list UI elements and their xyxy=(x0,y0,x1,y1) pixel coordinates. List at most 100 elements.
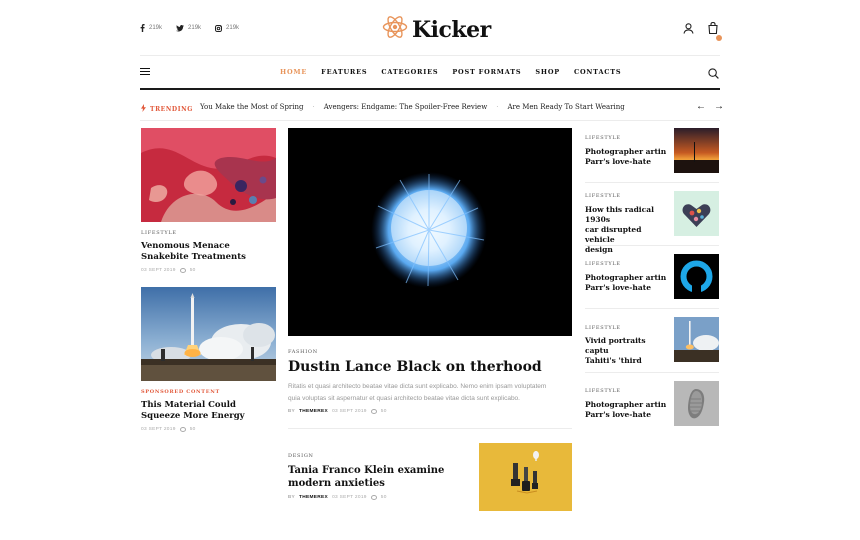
comment-count[interactable]: 50 xyxy=(381,409,387,414)
comment-count[interactable]: 50 xyxy=(381,495,387,500)
arrow-left-icon[interactable]: ← xyxy=(696,101,706,112)
article-title[interactable]: This Material Could Squeeze More Energy xyxy=(141,400,276,422)
article-divider xyxy=(585,372,719,373)
nav-shop[interactable]: SHOP xyxy=(535,68,560,76)
title-line: Tania Franco Klein examine xyxy=(288,465,445,476)
social-facebook[interactable]: 219k xyxy=(140,24,162,32)
atom-logo-icon xyxy=(382,13,408,46)
nav-features[interactable]: FEATURES xyxy=(321,68,367,76)
article-category[interactable]: LIFESTYLE xyxy=(585,261,621,267)
article-title[interactable]: Photographer artin Parr's love-hate xyxy=(585,147,669,167)
article-divider xyxy=(585,182,719,183)
social-links: 219k 219k 219k xyxy=(140,24,239,32)
title-line: How this radical 1930s xyxy=(585,205,654,224)
arrow-right-icon[interactable]: → xyxy=(714,101,724,112)
social-instagram[interactable]: 219k xyxy=(215,24,240,32)
article-category[interactable]: SPONSORED CONTENT xyxy=(141,389,220,395)
trending-label: TRENDING xyxy=(141,104,193,114)
main-nav: HOME FEATURES CATEGORIES POST FORMATS SH… xyxy=(280,68,621,76)
trending-item[interactable]: Are Men Ready To Start Wearing xyxy=(507,103,624,111)
nav-home[interactable]: HOME xyxy=(280,68,307,76)
article-date: 03 SEPT 2019 xyxy=(332,495,367,500)
nav-categories[interactable]: CATEGORIES xyxy=(381,68,438,76)
title-line: Parr's love-hate xyxy=(585,283,651,292)
article-category[interactable]: LIFESTYLE xyxy=(585,193,621,199)
article-title[interactable]: Vivid portraits captu Tahiti's 'third xyxy=(585,336,669,366)
featured-image-blue-spore[interactable] xyxy=(288,128,572,336)
comment-icon xyxy=(179,268,186,273)
twitter-count: 219k xyxy=(188,25,202,31)
title-line: Photographer artin xyxy=(585,147,667,156)
featured-title[interactable]: Dustin Lance Black on therhood xyxy=(288,359,542,375)
article-meta: BY THEMEREX 03 SEPT 2019 50 xyxy=(288,495,387,500)
article-title[interactable]: How this radical 1930s car disrupted veh… xyxy=(585,205,673,255)
facebook-icon xyxy=(140,24,145,32)
social-twitter[interactable]: 219k xyxy=(176,24,202,32)
excerpt-line: quia voluptas sit aspernatur et quasi ar… xyxy=(288,395,520,402)
by-label: BY xyxy=(288,409,295,414)
excerpt-line: Ritatis et quasi architecto beatae vitae… xyxy=(288,383,547,390)
article-divider xyxy=(585,308,719,309)
instagram-icon xyxy=(215,24,223,32)
twitter-icon xyxy=(176,24,185,32)
featured-excerpt: Ritatis et quasi architecto beatae vitae… xyxy=(288,381,578,405)
site-logo[interactable]: Kicker xyxy=(382,13,491,46)
cart-badge xyxy=(716,35,722,41)
article-date: 03 SEPT 2019 xyxy=(141,268,176,273)
article-category[interactable]: LIFESTYLE xyxy=(585,325,621,331)
article-title[interactable]: Tania Franco Klein examine modern anxiet… xyxy=(288,464,444,490)
thumb-footprint[interactable] xyxy=(674,381,719,426)
menu-icon[interactable] xyxy=(140,68,150,75)
thumb-sunset[interactable] xyxy=(674,128,719,173)
trending-ticker: You Make the Most of Spring · Avengers: … xyxy=(200,103,625,111)
thumb-heart-box[interactable] xyxy=(674,191,719,236)
comment-icon xyxy=(370,495,377,500)
nav-contacts[interactable]: CONTACTS xyxy=(574,68,621,76)
trending-item[interactable]: You Make the Most of Spring xyxy=(200,103,304,111)
site-name: Kicker xyxy=(412,16,491,43)
user-icon[interactable] xyxy=(683,21,694,39)
article-title[interactable]: Photographer artin Parr's love-hate xyxy=(585,400,669,420)
title-line: Parr's love-hate xyxy=(585,157,651,166)
thumb-rocket[interactable] xyxy=(674,317,719,362)
title-line: Parr's love-hate xyxy=(585,410,651,419)
title-line: Vivid portraits captu xyxy=(585,336,646,355)
article-category[interactable]: LIFESTYLE xyxy=(585,388,621,394)
featured-category[interactable]: FASHION xyxy=(288,349,318,355)
title-line: Photographer artin xyxy=(585,400,667,409)
article-image-tools-yellow[interactable] xyxy=(479,443,572,511)
article-category[interactable]: LIFESTYLE xyxy=(141,230,177,236)
article-image-fluid-art[interactable] xyxy=(141,128,276,222)
article-category[interactable]: LIFESTYLE xyxy=(585,135,621,141)
article-image-rocket-launch[interactable] xyxy=(141,287,276,381)
nav-divider xyxy=(140,88,720,90)
instagram-count: 219k xyxy=(226,25,240,31)
ticker-controls: ← → xyxy=(696,101,724,112)
comment-icon xyxy=(179,427,186,432)
title-line: Tahiti's 'third xyxy=(585,356,642,365)
article-title[interactable]: Venomous Menace Snakebite Treatments xyxy=(141,241,276,263)
by-label: BY xyxy=(288,495,295,500)
article-date: 03 SEPT 2019 xyxy=(141,427,176,432)
trending-divider xyxy=(140,120,720,121)
article-title[interactable]: Photographer artin Parr's love-hate xyxy=(585,273,669,293)
article-divider xyxy=(585,245,719,246)
author-link[interactable]: THEMEREX xyxy=(299,495,328,500)
title-line: car disrupted vehicle xyxy=(585,225,642,244)
header-divider xyxy=(140,55,720,56)
thumb-blue-ring[interactable] xyxy=(674,254,719,299)
ticker-separator: · xyxy=(312,103,315,111)
comment-icon xyxy=(370,409,377,414)
comment-count[interactable]: 50 xyxy=(190,268,196,273)
article-meta: 03 SEPT 2019 50 xyxy=(141,268,196,273)
author-link[interactable]: THEMEREX xyxy=(299,409,328,414)
search-icon[interactable] xyxy=(708,66,719,84)
cart-icon[interactable] xyxy=(708,21,722,41)
nav-post-formats[interactable]: POST FORMATS xyxy=(452,68,521,76)
article-category[interactable]: DESIGN xyxy=(288,453,314,459)
account-tools xyxy=(683,21,722,41)
article-meta: 03 SEPT 2019 50 xyxy=(141,427,196,432)
title-line: Photographer artin xyxy=(585,273,667,282)
trending-item[interactable]: Avengers: Endgame: The Spoiler-Free Revi… xyxy=(324,103,487,111)
comment-count[interactable]: 50 xyxy=(190,427,196,432)
